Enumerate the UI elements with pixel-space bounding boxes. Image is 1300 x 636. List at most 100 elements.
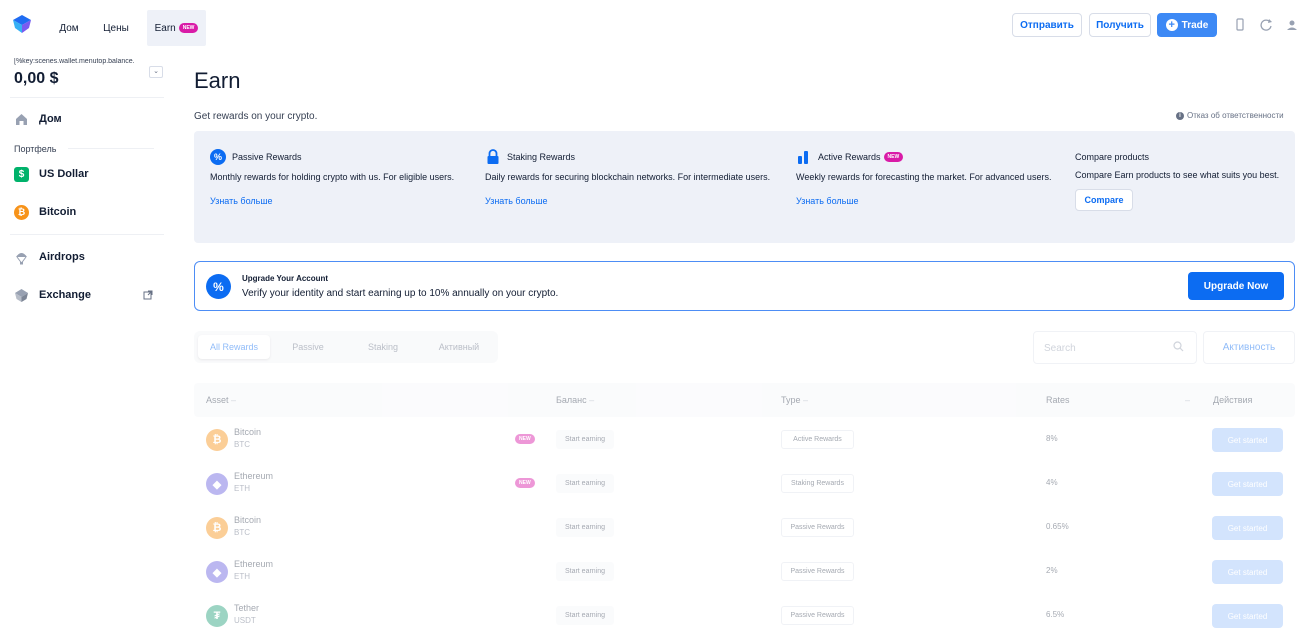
asset-symbol: BTC bbox=[234, 440, 250, 449]
exchange-logo-icon bbox=[15, 288, 28, 302]
bitcoin-coin-icon: ₿ bbox=[206, 429, 228, 451]
get-started-button[interactable]: Get started bbox=[1212, 604, 1283, 628]
learn-more-link[interactable]: Узнать больше bbox=[796, 196, 1056, 206]
start-earning-label: Start earning bbox=[556, 562, 614, 581]
tab-passive[interactable]: Passive bbox=[276, 335, 340, 359]
get-started-button[interactable]: Get started bbox=[1212, 428, 1283, 452]
nav-earn[interactable]: Earn NEW bbox=[147, 10, 206, 46]
column-balance[interactable]: Баланс – bbox=[556, 395, 594, 405]
column-rates[interactable]: Rates bbox=[1046, 395, 1070, 405]
compare-button[interactable]: Compare bbox=[1075, 189, 1133, 211]
tab-all-rewards[interactable]: All Rewards bbox=[198, 335, 270, 359]
new-badge: NEW bbox=[515, 434, 535, 444]
external-link-icon[interactable] bbox=[143, 290, 153, 300]
nav-home[interactable]: Дом bbox=[50, 10, 88, 46]
nav-prices[interactable]: Цены bbox=[96, 10, 136, 46]
column-label: Type bbox=[781, 395, 801, 405]
get-started-button[interactable]: Get started bbox=[1212, 560, 1283, 584]
upgrade-banner: % Upgrade Your Account Verify your ident… bbox=[194, 261, 1295, 311]
nav-home-label: Дом bbox=[59, 22, 79, 34]
sidebar-item-us-dollar[interactable]: $ US Dollar bbox=[14, 164, 89, 184]
start-earning-label: Start earning bbox=[556, 474, 614, 493]
learn-more-link[interactable]: Узнать больше bbox=[485, 196, 775, 206]
product-description: Compare Earn products to see what suits … bbox=[1075, 170, 1280, 180]
table-row[interactable]: ₿ Bitcoin BTC Start earning Passive Rewa… bbox=[194, 505, 1295, 549]
receive-button[interactable]: Получить bbox=[1089, 13, 1151, 37]
column-label: Rates bbox=[1046, 395, 1070, 405]
product-title: Compare products bbox=[1075, 152, 1150, 162]
start-earning-label: Start earning bbox=[556, 606, 614, 625]
product-header: Active Rewards NEW bbox=[796, 149, 1056, 165]
nav-earn-label: Earn bbox=[154, 22, 176, 34]
asset-symbol: ETH bbox=[234, 572, 250, 581]
column-type[interactable]: Type – bbox=[781, 395, 808, 405]
table-header: Asset – Баланс – Type – Rates – Действия bbox=[194, 383, 1295, 417]
sidebar-item-airdrops[interactable]: Airdrops bbox=[14, 247, 85, 267]
rate-value: 6.5% bbox=[1046, 610, 1065, 619]
sidebar-item-label: Дом bbox=[39, 113, 62, 125]
products-panel: % Passive Rewards Monthly rewards for ho… bbox=[194, 131, 1295, 243]
reward-type-pill: Passive Rewards bbox=[781, 518, 854, 537]
refresh-icon[interactable] bbox=[1259, 17, 1273, 33]
percent-icon: % bbox=[210, 149, 226, 165]
tether-coin-icon: ₮ bbox=[206, 605, 228, 627]
table-row[interactable]: ₿ Bitcoin BTC NEW Start earning Active R… bbox=[194, 417, 1295, 461]
column-label: Баланс bbox=[556, 395, 587, 405]
divider bbox=[10, 234, 164, 235]
get-started-button[interactable]: Get started bbox=[1212, 516, 1283, 540]
home-icon bbox=[16, 113, 27, 125]
rate-value: 0.65% bbox=[1046, 522, 1069, 531]
rate-value: 8% bbox=[1046, 434, 1058, 443]
product-title: Passive Rewards bbox=[232, 152, 302, 162]
percent-icon: % bbox=[206, 274, 231, 299]
blockchain-logo-icon[interactable] bbox=[12, 14, 32, 34]
column-label: Asset bbox=[206, 395, 229, 405]
new-badge: NEW bbox=[883, 152, 904, 162]
user-profile-icon[interactable] bbox=[1285, 17, 1299, 33]
column-asset[interactable]: Asset – bbox=[206, 395, 236, 405]
sidebar-item-label: Exchange bbox=[39, 289, 91, 301]
upgrade-now-button[interactable]: Upgrade Now bbox=[1188, 272, 1284, 300]
rate-value: 2% bbox=[1046, 566, 1058, 575]
reward-type-pill: Active Rewards bbox=[781, 430, 854, 449]
sidebar-item-bitcoin[interactable]: ₿ Bitcoin bbox=[14, 202, 76, 222]
sidebar-item-exchange[interactable]: Exchange bbox=[14, 285, 91, 305]
upgrade-title: Upgrade Your Account bbox=[242, 274, 329, 283]
chevron-down-icon[interactable]: ⌄ bbox=[149, 66, 163, 78]
product-title: Active Rewards bbox=[818, 152, 881, 162]
tab-staking[interactable]: Staking bbox=[350, 335, 416, 359]
bar-chart-icon bbox=[798, 151, 808, 164]
asset-name: Ethereum bbox=[234, 471, 274, 481]
learn-more-link[interactable]: Узнать больше bbox=[210, 196, 470, 206]
table-row[interactable]: ◆ Ethereum ETH Start earning Passive Rew… bbox=[194, 549, 1295, 593]
table-row[interactable]: ◆ Ethereum ETH NEW Start earning Staking… bbox=[194, 461, 1295, 505]
asset-symbol: ETH bbox=[234, 484, 250, 493]
plus-icon: + bbox=[1165, 19, 1178, 31]
search-input[interactable]: Search bbox=[1033, 331, 1197, 364]
product-header: % Passive Rewards bbox=[210, 149, 470, 165]
reward-type-pill: Passive Rewards bbox=[781, 562, 854, 581]
sidebar-item-home[interactable]: Дом bbox=[14, 109, 62, 129]
product-title: Staking Rewards bbox=[507, 152, 576, 162]
tab-active[interactable]: Активный bbox=[424, 335, 494, 359]
disclaimer-link[interactable]: i Отказ об ответственности bbox=[1176, 111, 1284, 120]
rate-value: 4% bbox=[1046, 478, 1058, 487]
search-icon bbox=[1173, 341, 1184, 352]
info-icon: i bbox=[1176, 111, 1184, 120]
trade-button[interactable]: + Trade bbox=[1157, 13, 1217, 37]
asset-symbol: USDT bbox=[234, 616, 256, 625]
product-header: Staking Rewards bbox=[485, 149, 775, 165]
asset-name: Ethereum bbox=[234, 559, 274, 569]
nav-prices-label: Цены bbox=[103, 22, 129, 34]
sort-icon[interactable]: – bbox=[1185, 395, 1190, 405]
activity-button[interactable]: Активность bbox=[1203, 331, 1295, 364]
table-row[interactable]: ₮ Tether USDT Start earning Passive Rewa… bbox=[194, 593, 1295, 636]
get-started-button[interactable]: Get started bbox=[1212, 472, 1283, 496]
send-button[interactable]: Отправить bbox=[1012, 13, 1082, 37]
sidebar-item-label: Bitcoin bbox=[39, 206, 77, 218]
mobile-phone-icon[interactable] bbox=[1233, 17, 1247, 33]
sort-icon: – bbox=[803, 395, 809, 405]
rewards-tabs: All Rewards Passive Staking Активный bbox=[194, 331, 498, 363]
sort-icon: – bbox=[231, 395, 237, 405]
page-subtitle: Get rewards on your crypto. bbox=[194, 111, 318, 122]
